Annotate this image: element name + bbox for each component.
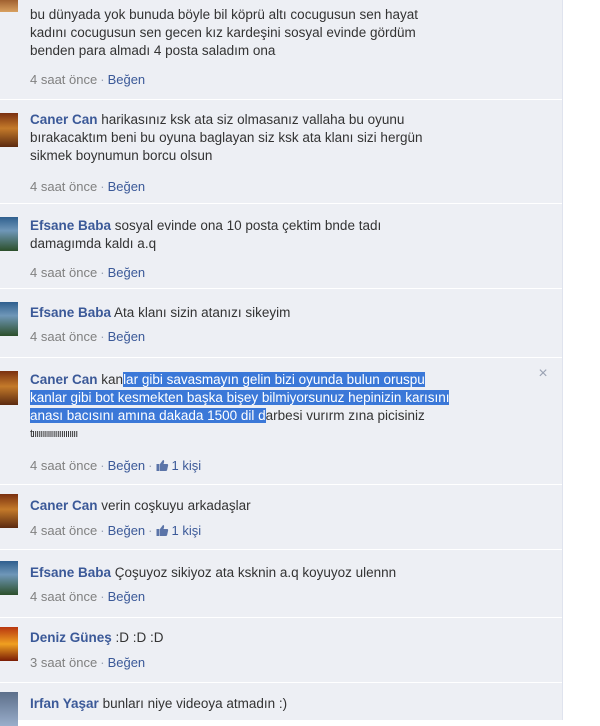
timestamp: 4 saat önce: [30, 589, 98, 604]
thumbs-up-icon: [156, 459, 169, 476]
separator: ·: [100, 179, 105, 194]
comment-text: Deniz Güneş :D :D :D: [30, 630, 164, 645]
comment-meta: 4 saat önce · Beğen · 1 kişi: [30, 523, 201, 541]
comment-meta: 4 saat önce · Beğen: [30, 72, 145, 88]
like-link[interactable]: Beğen: [108, 655, 146, 670]
comment-item: Caner Can harikasınız ksk ata siz olmasa…: [0, 101, 562, 204]
comment-author[interactable]: Caner Can: [30, 498, 98, 513]
comment-item: bu dünyada yok bunuda böyle bil köprü al…: [0, 0, 562, 100]
comment-text: Efsane Baba sosyal evinde ona 10 posta ç…: [30, 218, 382, 251]
timestamp: 4 saat önce: [30, 458, 98, 473]
comment-text: Caner Can harikasınız ksk ata siz olmasa…: [30, 112, 423, 163]
avatar[interactable]: [0, 627, 18, 661]
avatar[interactable]: [0, 692, 18, 726]
comment-author[interactable]: Irfan Yaşar: [30, 696, 99, 711]
avatar[interactable]: [0, 302, 18, 336]
like-link[interactable]: Beğen: [108, 72, 146, 87]
comment-text: Caner Can kanlar gibi savasmayın gelin b…: [30, 372, 450, 440]
timestamp: 4 saat önce: [30, 265, 98, 280]
comment-meta: 4 saat önce · Beğen: [30, 179, 145, 195]
likes-count[interactable]: 1 kişi: [169, 458, 202, 473]
avatar[interactable]: [0, 217, 18, 251]
separator: ·: [148, 523, 153, 538]
separator: ·: [100, 523, 105, 538]
comment-text: bu dünyada yok bunuda böyle bil köprü al…: [30, 7, 419, 58]
timestamp: 4 saat önce: [30, 329, 98, 344]
comment-item: Efsane Baba Ata klanı sizin atanızı sike…: [0, 290, 562, 358]
like-link[interactable]: Beğen: [108, 589, 146, 604]
comment-item: × Caner Can kanlar gibi savasmayın gelin…: [0, 359, 562, 485]
avatar[interactable]: [0, 113, 18, 147]
comment-author[interactable]: Deniz Güneş: [30, 630, 112, 645]
comment-meta: 4 saat önce · Beğen: [30, 265, 145, 281]
comment-author[interactable]: Caner Can: [30, 112, 98, 127]
comment-author[interactable]: Efsane Baba: [30, 565, 111, 580]
comments-panel: bu dünyada yok bunuda böyle bil köprü al…: [0, 0, 562, 726]
avatar[interactable]: [0, 494, 18, 528]
separator: ·: [100, 329, 105, 344]
separator: ·: [148, 458, 153, 473]
timestamp: 4 saat önce: [30, 523, 98, 538]
separator: ·: [100, 265, 105, 280]
like-link[interactable]: Beğen: [108, 458, 146, 473]
comment-item: Irfan Yaşar bunları niye videoya atmadın…: [0, 684, 562, 726]
selected-text: kanlar gibi bot kesmekten başka bişey bi…: [30, 390, 450, 405]
comment-text: Efsane Baba Çoşuyoz sikiyoz ata ksknin a…: [30, 565, 397, 580]
like-link[interactable]: Beğen: [108, 523, 146, 538]
comment-meta: 4 saat önce · Beğen: [30, 329, 145, 345]
separator: ·: [100, 589, 105, 604]
comment-text: Efsane Baba Ata klanı sizin atanızı sike…: [30, 305, 291, 320]
comment-author[interactable]: Efsane Baba: [30, 305, 111, 320]
avatar[interactable]: [0, 0, 18, 12]
thumbs-up-icon: [156, 524, 169, 541]
comment-text: Caner Can verin coşkuyu arkadaşlar: [30, 498, 251, 513]
separator: ·: [100, 458, 105, 473]
comment-item: Caner Can verin coşkuyu arkadaşlar 4 saa…: [0, 486, 562, 550]
timestamp: 3 saat önce: [30, 655, 98, 670]
comment-item: Efsane Baba sosyal evinde ona 10 posta ç…: [0, 205, 562, 289]
comment-item: Deniz Güneş :D :D :D 3 saat önce · Beğen: [0, 619, 562, 683]
panel-border: [562, 0, 563, 720]
comment-meta: 4 saat önce · Beğen: [30, 589, 145, 605]
comment-meta: 3 saat önce · Beğen: [30, 655, 145, 671]
separator: ·: [100, 72, 105, 87]
comment-author[interactable]: Caner Can: [30, 372, 98, 387]
comment-meta: 4 saat önce · Beğen · 1 kişi: [30, 458, 201, 476]
like-link[interactable]: Beğen: [108, 329, 146, 344]
likes-count[interactable]: 1 kişi: [169, 523, 202, 538]
avatar[interactable]: [0, 371, 18, 405]
like-link[interactable]: Beğen: [108, 179, 146, 194]
timestamp: 4 saat önce: [30, 179, 98, 194]
selected-text: anası bacısını amına dakada 1500 dil d: [30, 408, 266, 423]
avatar[interactable]: [0, 561, 18, 595]
comment-item: Efsane Baba Çoşuyoz sikiyoz ata ksknin a…: [0, 551, 562, 618]
separator: ·: [100, 655, 105, 670]
like-link[interactable]: Beğen: [108, 265, 146, 280]
timestamp: 4 saat önce: [30, 72, 98, 87]
comment-text: Irfan Yaşar bunları niye videoya atmadın…: [30, 696, 288, 711]
comment-author[interactable]: Efsane Baba: [30, 218, 111, 233]
selected-text: lar gibi savasmayın gelin bizi oyunda bu…: [123, 372, 425, 387]
